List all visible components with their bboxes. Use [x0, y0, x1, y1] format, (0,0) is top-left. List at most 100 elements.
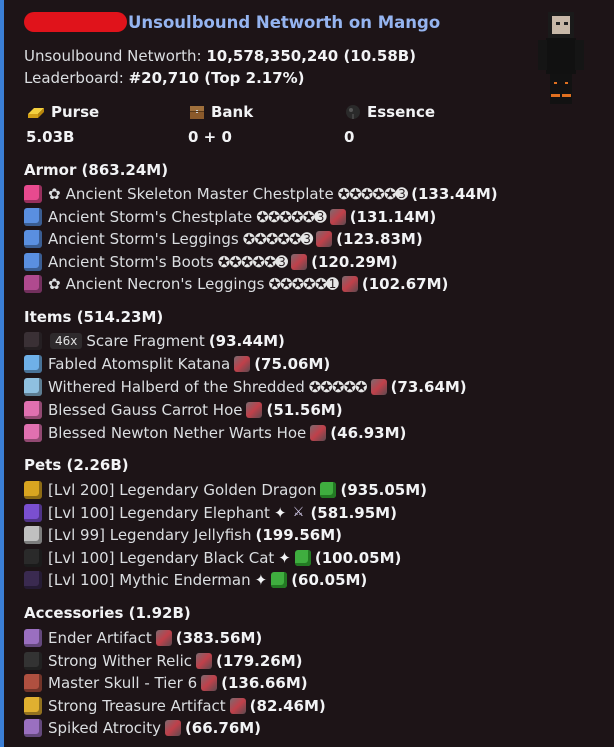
- recombobulator-icon: [329, 208, 346, 225]
- item-row[interactable]: Blessed Newton Nether Warts Hoe (46.93M): [24, 422, 406, 444]
- pet-row[interactable]: [Lvl 99] Legendary Jellyfish (199.56M): [24, 524, 342, 546]
- accessory-row[interactable]: Strong Treasure Artifact (82.46M): [24, 695, 326, 717]
- armor-row[interactable]: Ancient Storm's Leggings ✪✪✪✪✪➌ (123.83M): [24, 228, 423, 250]
- item-row[interactable]: Blessed Gauss Carrot Hoe (51.56M): [24, 399, 343, 421]
- recombobulator-icon: [229, 697, 246, 714]
- accessory-value: (136.66M): [221, 674, 308, 692]
- accessory-row[interactable]: Strong Wither Relic (179.26M): [24, 650, 303, 672]
- item-name: Blessed Newton Nether Warts Hoe: [48, 424, 307, 442]
- storm-leggings-icon: [24, 230, 42, 248]
- storm-chestplate-icon: [24, 207, 42, 226]
- item-count-badge: 46x: [50, 333, 83, 349]
- item-value: (123.83M): [336, 230, 423, 248]
- networth-embed: Unsoulbound Networth on Mango Unsoulboun…: [0, 0, 614, 747]
- necron-leggings-icon: [24, 275, 42, 293]
- recombobulator-icon: [316, 231, 333, 247]
- embed-author: Unsoulbound Networth on Mango: [24, 10, 440, 34]
- item-stars: ✪✪✪✪✪: [308, 378, 368, 396]
- leaderboard-value: #20,710 (Top 2.17%): [128, 69, 305, 87]
- halberd-icon: [24, 378, 42, 396]
- pet-row[interactable]: [Lvl 100] Legendary Elephant ✦ ⚔ (581.95M): [24, 502, 397, 524]
- item-name: Scare Fragment: [86, 332, 205, 350]
- bank-field-title: Bank: [188, 103, 253, 121]
- item-value: (93.44M): [208, 332, 285, 350]
- recombobulator-icon: [201, 675, 218, 691]
- pet-value: (60.05M): [291, 571, 368, 589]
- accessory-row[interactable]: Spiked Atrocity (66.76M): [24, 717, 261, 739]
- carrot-hoe-icon: [24, 401, 42, 419]
- green-cube-icon: [320, 482, 337, 498]
- item-row[interactable]: 46x Scare Fragment (93.44M): [24, 330, 285, 352]
- recombobulator-icon: [370, 379, 387, 395]
- accessory-row[interactable]: Master Skull - Tier 6 (136.66M): [24, 672, 308, 694]
- accessory-value: (82.46M): [249, 696, 326, 715]
- item-stars: ✪✪✪✪✪➊: [268, 275, 338, 293]
- recombobulator-icon: [164, 720, 181, 736]
- embed-title[interactable]: Unsoulbound Networth on Mango: [128, 13, 440, 32]
- accessory-name: Spiked Atrocity: [48, 719, 161, 737]
- essence-field-title: Essence: [344, 103, 435, 121]
- player-skin-thumbnail[interactable]: [534, 8, 590, 108]
- item-name: Withered Halberd of the Shredded: [48, 378, 305, 396]
- item-value: (75.06M): [254, 355, 331, 373]
- item-stars: ✪✪✪✪✪➌: [242, 230, 313, 248]
- pet-name: [Lvl 100] Legendary Elephant: [48, 503, 270, 522]
- sparkle-icon: ✦: [273, 503, 287, 522]
- reforge-flower-icon: ✿: [48, 275, 61, 293]
- elephant-icon: [24, 503, 42, 522]
- item-name: Fabled Atomsplit Katana: [48, 355, 231, 373]
- treasure-artifact-icon: [24, 696, 42, 715]
- skeleton-chestplate-icon: [24, 185, 42, 203]
- pets-section-title: Pets (2.26B): [24, 456, 129, 474]
- item-value: (133.44M): [411, 185, 498, 203]
- recombobulator-icon: [234, 356, 251, 372]
- recombobulator-icon: [246, 402, 263, 418]
- recombobulator-icon: [155, 630, 172, 646]
- item-name: Ancient Storm's Boots: [48, 252, 214, 271]
- item-name: Ancient Skeleton Master Chestplate: [65, 185, 334, 203]
- pet-value: (935.05M): [340, 481, 428, 499]
- recombobulator-icon: [196, 652, 212, 669]
- item-value: (73.64M): [390, 378, 467, 396]
- pet-row[interactable]: [Lvl 100] Legendary Black Cat ✦ (100.05M): [24, 547, 401, 569]
- item-name: Ancient Storm's Chestplate: [48, 207, 253, 226]
- pet-value: (199.56M): [255, 526, 342, 544]
- purse-field-title: Purse: [26, 103, 99, 121]
- item-name: Ancient Storm's Leggings: [48, 230, 239, 248]
- accessory-value: (179.26M): [216, 651, 303, 670]
- item-stars: ✪✪✪✪✪➌: [337, 185, 408, 203]
- item-value: (51.56M): [266, 401, 343, 419]
- armor-row[interactable]: ✿ Ancient Necron's Leggings ✪✪✪✪✪➊ (102.67M…: [24, 273, 448, 295]
- pet-name: [Lvl 100] Legendary Black Cat: [48, 548, 275, 567]
- pet-value: (100.05M): [314, 548, 402, 567]
- gold-ingot-icon: [28, 108, 44, 118]
- networth-label: Unsoulbound Networth:: [24, 47, 202, 65]
- recombobulator-icon: [291, 253, 308, 270]
- recombobulator-icon: [341, 276, 358, 292]
- enderman-icon: [24, 571, 42, 589]
- green-cube-icon: [294, 549, 311, 566]
- pet-row[interactable]: [Lvl 200] Legendary Golden Dragon (935.05…: [24, 479, 427, 501]
- jellyfish-icon: [24, 526, 42, 544]
- networth-value: 10,578,350,240 (10.58B): [206, 47, 417, 65]
- redacted-username: [24, 12, 127, 32]
- reforge-flower-icon: ✿: [48, 185, 61, 203]
- recombobulator-icon: [310, 425, 327, 441]
- accessory-row[interactable]: Ender Artifact (383.56M): [24, 627, 262, 649]
- pet-name: [Lvl 100] Mythic Enderman: [48, 571, 251, 589]
- pet-row[interactable]: [Lvl 100] Mythic Enderman ✦ (60.05M): [24, 569, 367, 591]
- armor-row[interactable]: Ancient Storm's Boots ✪✪✪✪✪➌ (120.29M): [24, 251, 398, 273]
- green-cube-icon: [271, 572, 288, 588]
- armor-row[interactable]: ✿ Ancient Skeleton Master Chestplate ✪✪✪✪✪…: [24, 183, 498, 205]
- armor-row[interactable]: Ancient Storm's Chestplate ✪✪✪✪✪➌ (131.14M…: [24, 206, 436, 228]
- golden-dragon-icon: [24, 481, 42, 499]
- wither-relic-icon: [24, 651, 42, 670]
- sparkle-icon: ✦: [278, 548, 291, 567]
- item-row[interactable]: Withered Halberd of the Shredded ✪✪✪✪✪ (73…: [24, 376, 467, 398]
- master-skull-icon: [24, 674, 42, 692]
- item-row[interactable]: Fabled Atomsplit Katana (75.06M): [24, 353, 330, 375]
- item-stars: ✪✪✪✪✪➌: [217, 252, 288, 271]
- accessories-section-title: Accessories (1.92B): [24, 604, 191, 622]
- item-name: Blessed Gauss Carrot Hoe: [48, 401, 243, 419]
- item-name: Ancient Necron's Leggings: [65, 275, 265, 293]
